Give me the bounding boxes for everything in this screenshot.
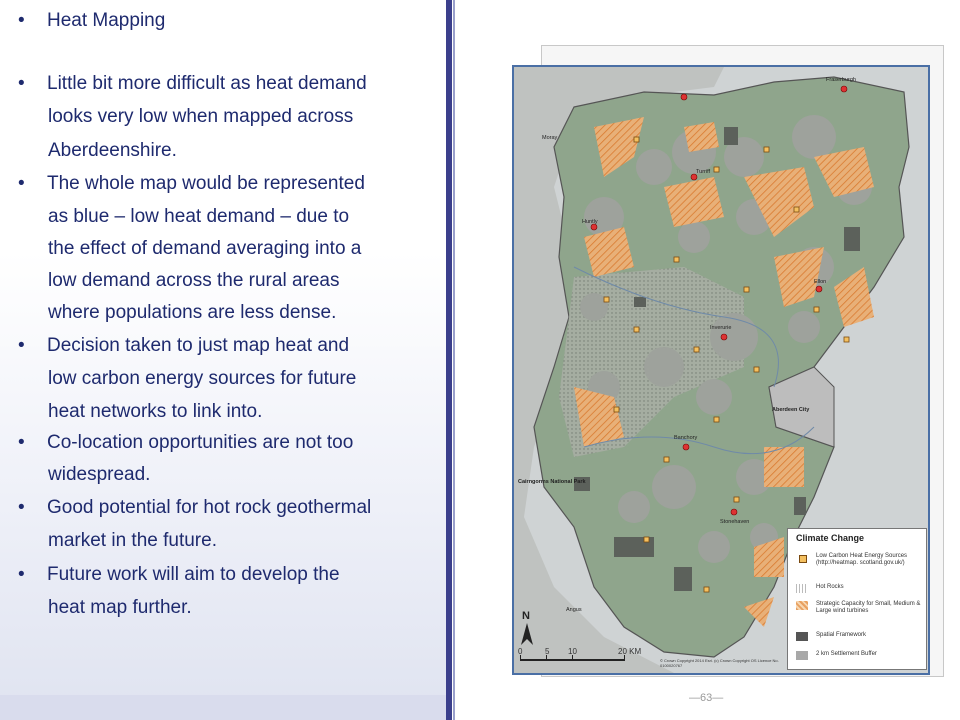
label-huntly: Huntly <box>582 219 598 225</box>
bullet-text: Decision taken to just map heat and <box>47 335 350 356</box>
bullet-text: Good potential for hot rock geothermal <box>47 497 372 518</box>
legend-label: Strategic Capacity for Small, Medium & L… <box>816 601 921 614</box>
vertical-divider-thin <box>453 0 455 720</box>
bullet-text: where populations are less dense. <box>48 302 337 323</box>
wind-capacity-swatch <box>796 601 808 610</box>
label-turriff: Turriff <box>696 169 711 175</box>
legend-label: Hot Rocks <box>816 584 844 590</box>
label-stonehaven: Stonehaven <box>720 519 750 525</box>
map-copyright: © Crown Copyright 2014 Esri. (c) Crown C… <box>660 658 779 668</box>
legend-label: Low Carbon Heat Energy Sources (http://h… <box>816 553 908 566</box>
label-ellon: Ellon <box>814 279 827 285</box>
scale-label: 20 KM <box>618 647 642 656</box>
bullet-dot: • <box>18 73 25 94</box>
scale-bar: 0 5 10 20 KM <box>518 647 658 671</box>
bullet-text: low demand across the rural areas <box>48 270 340 291</box>
page-number: —63— <box>689 692 724 704</box>
bullet-dot: • <box>18 432 25 453</box>
spatial-framework-swatch <box>796 632 808 641</box>
bullet-text: Aberdeenshire. <box>48 140 177 161</box>
bullet-dot: • <box>18 173 25 194</box>
label-angus: Angus <box>566 607 582 613</box>
map-legend: Climate Change Low Carbon Heat Energy So… <box>787 528 927 670</box>
bullet-text: as blue – low heat demand – due to <box>48 206 350 227</box>
bullet-text: Little bit more difficult as heat demand <box>47 73 367 94</box>
north-arrow-label: N <box>522 610 530 622</box>
label-moray: Moray <box>542 135 558 141</box>
label-aberdeen-city: Aberdeen City <box>772 407 810 413</box>
bullet-text: looks very low when mapped across <box>48 106 354 127</box>
bullet-dot: • <box>18 10 25 31</box>
legend-label: Spatial Framework <box>816 632 867 638</box>
bullet-text: Future work will aim to develop the <box>47 564 340 585</box>
bullet-text: the effect of demand averaging into a <box>48 238 362 259</box>
vertical-divider <box>446 0 452 720</box>
bullet-text: market in the future. <box>48 530 217 551</box>
panel-footer-band <box>0 695 446 720</box>
legend-label: 2 km Settlement Buffer <box>816 651 877 657</box>
bullet-text: The whole map would be represented <box>47 173 365 194</box>
bullet-text: heat networks to link into. <box>48 401 263 422</box>
label-banchory: Banchory <box>674 435 698 441</box>
hot-rocks-swatch <box>796 584 808 593</box>
bullet-text: Co-location opportunities are not too <box>47 432 354 453</box>
bullet-dot: • <box>18 564 25 585</box>
label-fraserburgh: Fraserburgh <box>826 77 856 83</box>
settlement-buffer-swatch <box>796 651 808 660</box>
label-inverurie: Inverurie <box>710 325 732 331</box>
bullet-text: Heat Mapping <box>47 10 166 31</box>
legend-title: Climate Change <box>796 533 865 543</box>
bullet-dot: • <box>18 497 25 518</box>
north-arrow-icon <box>521 623 533 645</box>
bullet-dot: • <box>18 335 25 356</box>
bullet-text: low carbon energy sources for future <box>48 368 357 389</box>
heat-source-swatch <box>799 555 807 563</box>
bullet-text: widespread. <box>48 464 151 485</box>
label-cairngorms: Cairngorms National Park <box>518 479 586 485</box>
bullet-text: heat map further. <box>48 597 192 618</box>
